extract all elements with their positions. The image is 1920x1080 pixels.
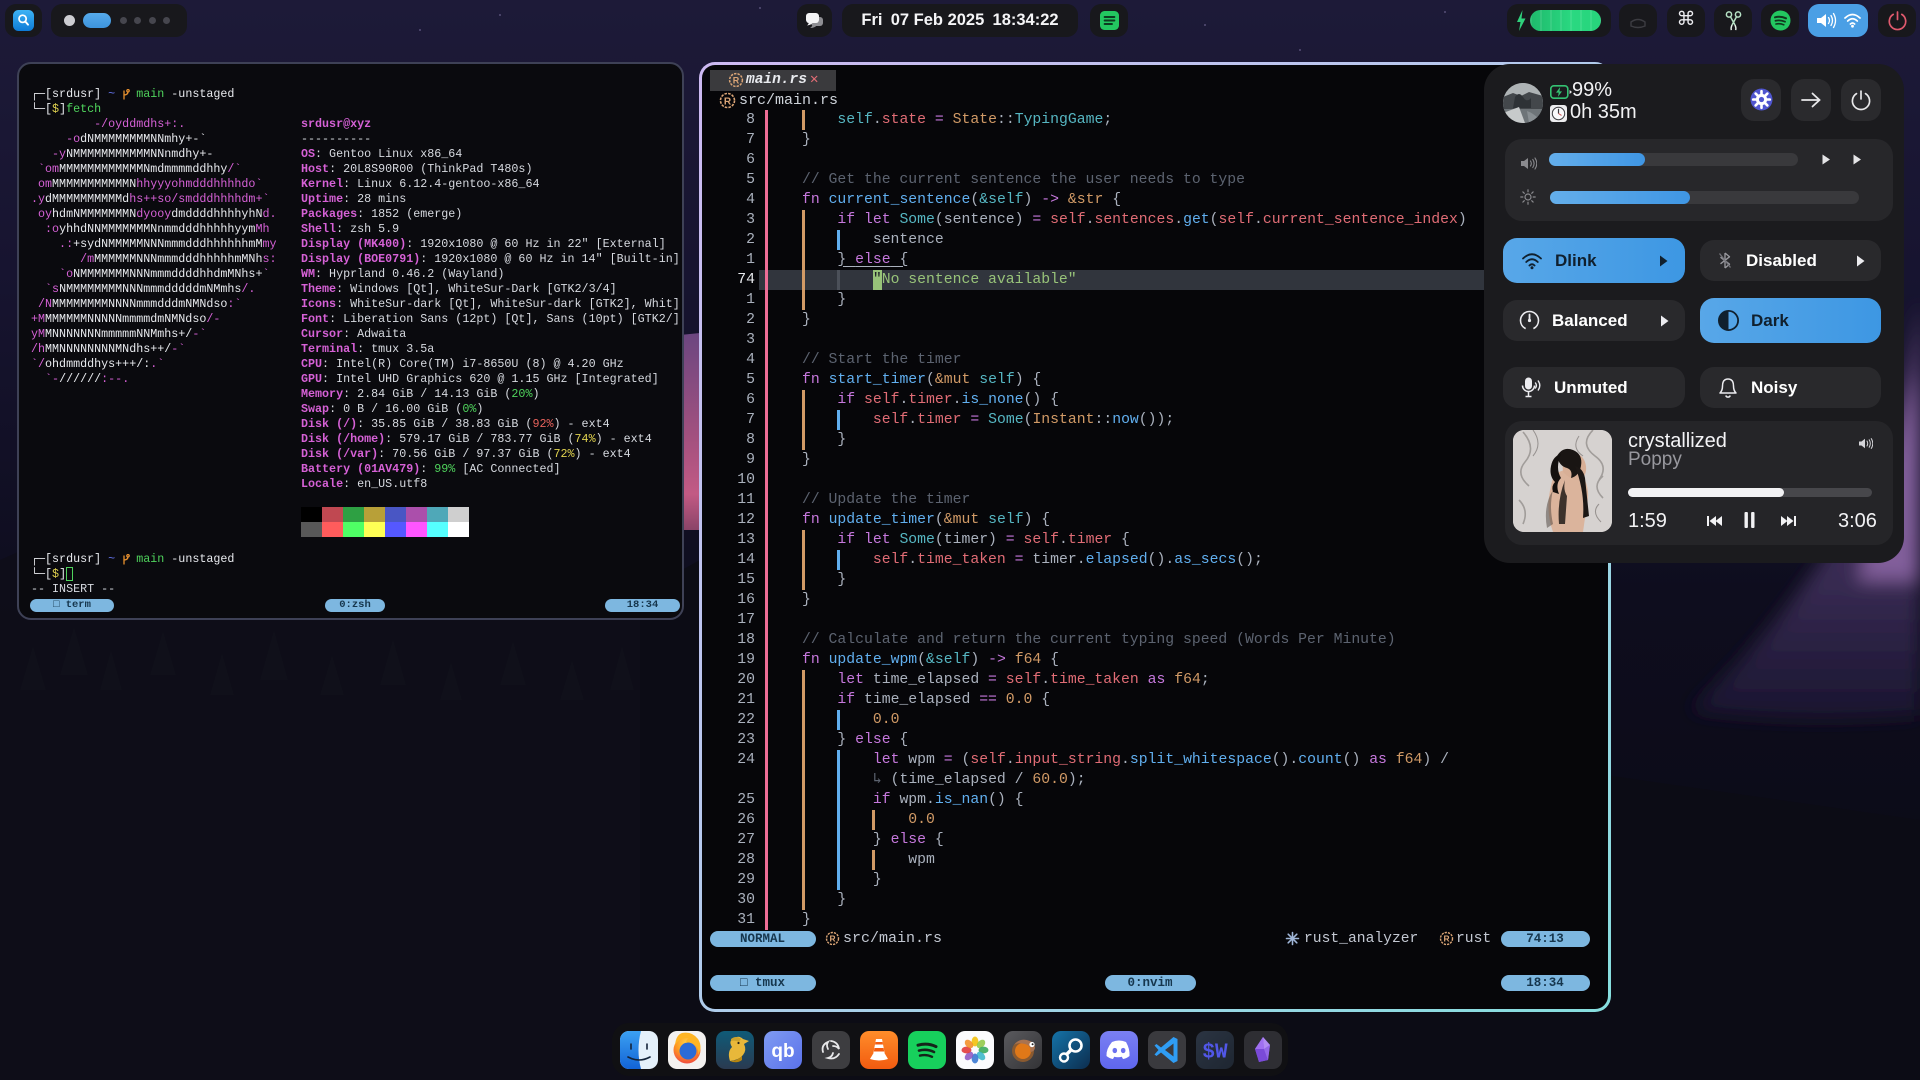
svg-text:$W: $W — [1202, 1042, 1228, 1065]
svg-text:R: R — [1443, 934, 1449, 944]
svg-text:R: R — [724, 96, 732, 107]
svg-text:qb: qb — [771, 1041, 794, 1062]
svg-text:R: R — [733, 75, 740, 85]
svg-text:R: R — [829, 934, 835, 944]
